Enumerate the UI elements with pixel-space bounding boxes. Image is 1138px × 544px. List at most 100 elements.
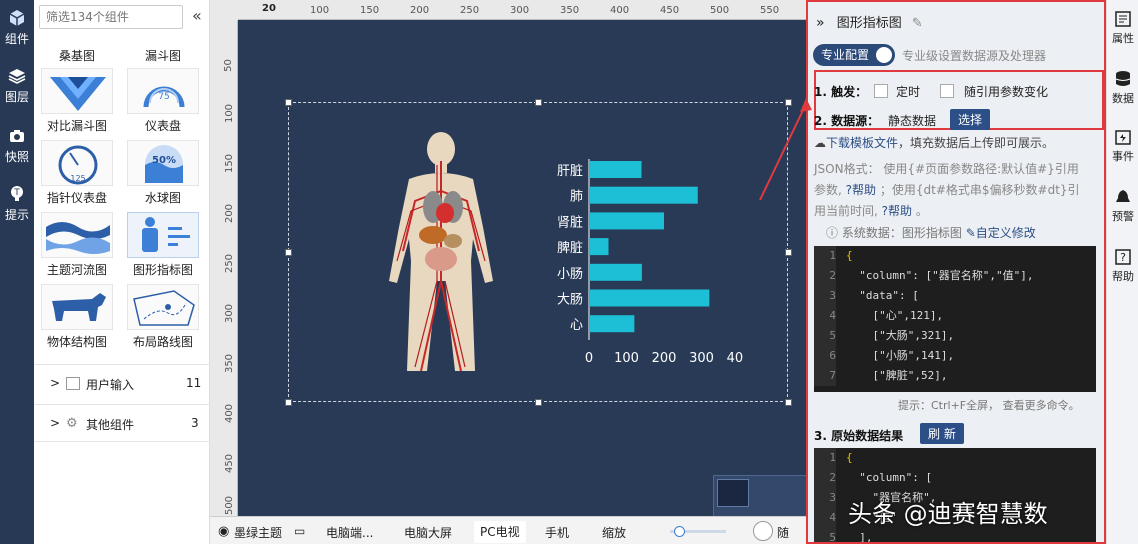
follow-param-checkbox[interactable] [940,84,954,98]
code-line: 1{ [814,448,1096,468]
pro-config-toggle[interactable]: 专业配置 [813,44,895,66]
component-search-input[interactable] [39,5,183,29]
help-link-2[interactable]: ?帮助 [882,204,912,218]
json-code-editor[interactable]: 1{ 2 "column": ["器官名称","值"], 3 "data": [… [814,246,1096,392]
component-compare-funnel[interactable]: 对比漏斗图 [34,68,120,134]
cow-icon [52,293,106,321]
nav-tips[interactable]: T 提示 [0,184,34,223]
resize-handle[interactable] [785,399,792,406]
tab-alerts[interactable]: 预警 [1107,188,1138,224]
theme-selector[interactable]: 墨绿主题 [234,524,282,541]
theme-river-thumbnail [41,212,113,258]
resize-handle[interactable] [535,99,542,106]
design-page[interactable]: 肝脏肺肾脏脾脏小肠大肠心 0 100 200 300 400 [238,20,834,536]
organ-bar-chart: 肝脏肺肾脏脾脏小肠大肠心 0 100 200 300 400 [557,159,743,366]
gauge-value: 75 [158,92,169,102]
component-gauge[interactable]: 75 仪表盘 [120,68,206,134]
route-map-icon [133,290,195,326]
component-pointer-gauge[interactable]: 125 指针仪表盘 [34,140,120,206]
tab-help[interactable]: ? 帮助 [1107,248,1138,284]
refresh-button[interactable]: 刷 新 [920,423,964,444]
resize-handle[interactable] [535,399,542,406]
group-other-components[interactable]: > ⚙ 其他组件 3 [34,404,210,442]
device-toolbar: ◉ 墨绿主题 ▭ 电脑端... 电脑大屏 PC电视 手机 缩放 随 [210,516,806,544]
component-label: 布局路线图 [132,335,193,349]
resize-handle[interactable] [785,99,792,106]
ruler-tick: 550 [760,5,780,16]
alert-icon [1116,190,1130,202]
help-link-1[interactable]: ?帮助 [846,183,876,197]
vertical-ruler[interactable]: 50 100 150 200 250 300 350 400 450 500 [210,0,238,516]
info-icon: ⓘ [826,226,839,240]
component-graphic-indicator[interactable]: 图形指标图 [120,212,206,278]
event-icon [1115,130,1131,145]
component-label: 主题河流图 [46,263,107,277]
horizontal-ruler[interactable]: 20 100 150 200 250 300 350 400 450 500 5… [238,0,806,20]
code-line: 6 ["小肠",141], [814,346,1096,366]
canvas-area[interactable]: 50 100 150 200 250 300 350 400 450 500 2… [210,0,834,536]
bar-脾脏 [589,238,609,256]
zoom-slider-handle[interactable] [674,526,685,537]
resize-handle[interactable] [285,99,292,106]
ruler-tick: 400 [224,403,236,424]
code-text: { [846,249,853,262]
device-large-screen[interactable]: 电脑大屏 [404,524,452,541]
group-count: 11 [186,376,202,390]
component-panel: « 桑基图 漏斗图 对比漏斗图 75 仪表盘 125 指针仪表盘 [34,0,210,544]
resize-handle[interactable] [785,249,792,256]
resize-handle[interactable] [285,249,292,256]
custom-edit-link[interactable]: ✎自定义修改 [966,226,1036,240]
code-line: 3 "data": [ [814,286,1096,306]
expand-panel-icon[interactable]: » [816,15,825,31]
help-link-text: 帮助 [852,183,877,197]
svg-text:?: ? [1120,251,1126,264]
random-toggle[interactable] [753,521,773,541]
tab-properties[interactable]: 属性 [1107,10,1138,46]
download-template-link[interactable]: 下载模板文件 [826,136,898,150]
selected-graphic-indicator-widget[interactable]: 肝脏肺肾脏脾脏小肠大肠心 0 100 200 300 400 [285,99,792,406]
component-label: 漏斗图 [144,49,181,63]
component-sankey[interactable]: 桑基图 [34,44,120,64]
river-icon [46,222,110,254]
left-nav: 组件 图层 快照 T 提示 [0,0,34,544]
component-layout-route[interactable]: 布局路线图 [120,284,206,350]
component-object-structure[interactable]: 物体结构图 [34,284,120,350]
category-label: 肾脏 [557,215,583,230]
device-mobile[interactable]: 手机 [545,524,569,541]
resize-handle[interactable] [285,399,292,406]
x-tick-label: 200 [652,351,677,366]
component-theme-river[interactable]: 主题河流图 [34,212,120,278]
device-pc-tv[interactable]: PC电视 [474,521,526,543]
code-line: 1{ [814,246,1096,266]
group-user-input[interactable]: > 用户输入 11 [34,364,210,402]
collapse-panel-button[interactable]: « [192,6,202,25]
category-label: 心 [570,318,583,333]
edit-pencil-icon[interactable]: ✎ [912,16,923,31]
x-tick-label: 0 [585,351,593,366]
nav-components[interactable]: 组件 [0,8,34,47]
component-label: 指针仪表盘 [46,191,107,205]
tab-events[interactable]: 事件 [1107,128,1138,164]
ruler-tick: 250 [224,253,236,274]
minimap-viewport[interactable] [717,479,749,507]
nav-snapshot[interactable]: 快照 [0,126,34,165]
nav-tips-label: 提示 [4,208,29,222]
zoom-slider[interactable] [670,526,726,537]
json-hint-text: ；使用{dt#格式串$偏移秒数#dt}引 [879,183,1080,197]
ruler-tick: 20 [262,3,276,14]
follow-param-label: 随引用参数变化 [964,85,1049,99]
code-line: 7 ["脾脏",52], [814,366,1096,386]
nav-layers[interactable]: 图层 [0,66,34,105]
choose-datasource-button[interactable]: 选择 [950,109,991,130]
code-text: "column": ["器官名称","值"], [846,269,1034,282]
device-pc[interactable]: 电脑端... [326,524,373,541]
code-text: ["心",121], [846,309,944,322]
x-tick-label: 100 [614,351,639,366]
tab-data-label: 数据 [1112,92,1134,105]
component-funnel[interactable]: 漏斗图 [120,44,206,64]
ruler-tick: 450 [660,5,680,16]
timer-checkbox[interactable] [874,84,888,98]
tab-data[interactable]: 数据 [1107,70,1138,106]
code-text: ["脾脏",52], [846,369,948,382]
component-liquid-fill[interactable]: 50% 水球图 [120,140,206,206]
